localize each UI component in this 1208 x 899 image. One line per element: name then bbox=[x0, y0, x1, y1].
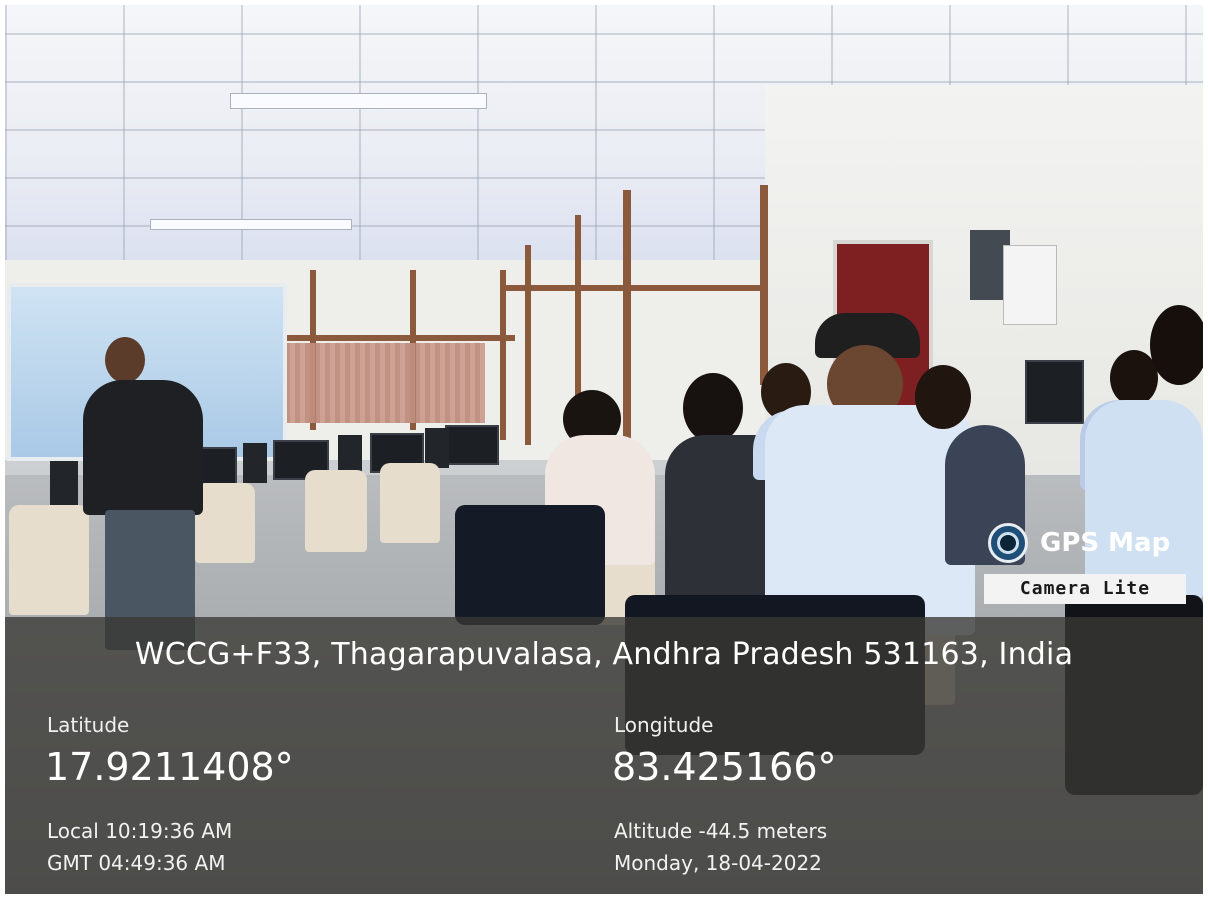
student-head bbox=[683, 373, 743, 443]
presenter-head bbox=[105, 337, 145, 383]
plastic-chair bbox=[380, 463, 440, 543]
wall-frame bbox=[525, 245, 531, 445]
electrical-box bbox=[1003, 245, 1057, 325]
wall-frame bbox=[623, 190, 631, 450]
wall-frame bbox=[500, 270, 506, 440]
gps-info-overlay: WCCG+F33, Thagarapuvalasa, Andhra Prades… bbox=[5, 617, 1203, 894]
plastic-chair bbox=[195, 483, 255, 563]
app-subtitle: Camera Lite bbox=[984, 574, 1186, 604]
latitude-value: 17.9211408° bbox=[45, 745, 294, 789]
plastic-chair bbox=[9, 505, 89, 615]
address: WCCG+F33, Thagarapuvalasa, Andhra Prades… bbox=[134, 637, 1074, 672]
computer-tower bbox=[50, 461, 78, 505]
student-head bbox=[1150, 305, 1203, 385]
computer-tower bbox=[425, 428, 449, 468]
wall-frame bbox=[505, 285, 765, 291]
computer-monitor bbox=[445, 425, 499, 465]
ceiling-light bbox=[150, 219, 352, 230]
plastic-chair bbox=[305, 470, 367, 552]
altitude: Altitude -44.5 meters bbox=[614, 819, 828, 843]
latitude-label: Latitude bbox=[47, 713, 130, 737]
gmt-time: GMT 04:49:36 AM bbox=[47, 851, 226, 875]
date: Monday, 18-04-2022 bbox=[614, 851, 822, 875]
local-time: Local 10:19:36 AM bbox=[47, 819, 233, 843]
app-name: GPS Map bbox=[1040, 528, 1171, 558]
computer-tower bbox=[338, 435, 362, 475]
longitude-label: Longitude bbox=[614, 713, 714, 737]
camera-icon bbox=[988, 523, 1028, 563]
computer-monitor bbox=[1025, 360, 1084, 424]
window-curtain bbox=[285, 343, 485, 423]
student bbox=[455, 505, 605, 625]
longitude-value: 83.425166° bbox=[612, 745, 837, 789]
ceiling-light bbox=[230, 93, 487, 109]
student-head bbox=[915, 365, 971, 429]
gps-map-camera-badge: GPS Map Camera Lite bbox=[980, 518, 1190, 608]
presenter bbox=[83, 380, 203, 515]
computer-tower bbox=[243, 443, 267, 483]
